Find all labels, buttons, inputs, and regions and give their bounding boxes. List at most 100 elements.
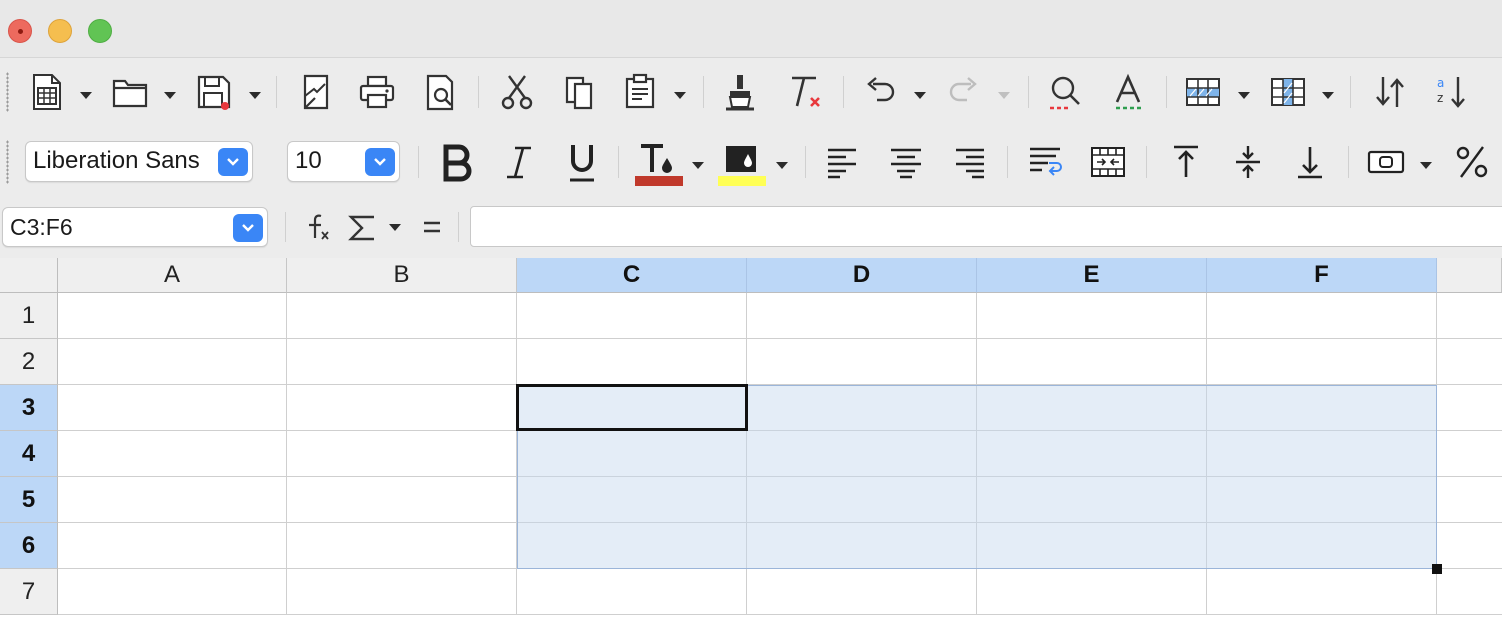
insert-rows-icon[interactable] xyxy=(1183,72,1223,112)
formula-icon[interactable] xyxy=(416,208,448,246)
insert-columns-icon[interactable] xyxy=(1268,72,1308,112)
zoom-window-button[interactable] xyxy=(88,19,112,43)
cell-e7[interactable] xyxy=(977,569,1207,615)
row-header-2[interactable]: 2 xyxy=(0,339,58,385)
spellcheck-icon[interactable] xyxy=(1108,72,1148,112)
toolbar-grip[interactable] xyxy=(6,140,9,184)
cell-c6[interactable] xyxy=(517,523,747,569)
toolbar-grip[interactable] xyxy=(6,72,9,112)
sum-dropdown-icon[interactable] xyxy=(389,224,401,231)
column-header-b[interactable]: B xyxy=(287,258,517,293)
cell-b3[interactable] xyxy=(287,385,517,431)
close-window-button[interactable] xyxy=(8,19,32,43)
cell-b2[interactable] xyxy=(287,339,517,385)
sort-az-icon[interactable]: az xyxy=(1432,72,1472,112)
cell-next-column[interactable] xyxy=(1437,431,1502,477)
cell-next-column[interactable] xyxy=(1437,569,1502,615)
row-header-5[interactable]: 5 xyxy=(0,477,58,523)
cell-f3[interactable] xyxy=(1207,385,1437,431)
center-vertically-icon[interactable] xyxy=(1228,140,1268,184)
cell-f1[interactable] xyxy=(1207,293,1437,339)
spreadsheet-grid[interactable]: ABCDEF 1234567 xyxy=(0,258,1502,620)
merge-cells-icon[interactable] xyxy=(1088,140,1128,184)
name-box[interactable]: C3:F6 xyxy=(2,207,268,247)
cell-c3[interactable] xyxy=(517,385,747,431)
cell-next-column[interactable] xyxy=(1437,385,1502,431)
magnifier-icon[interactable] xyxy=(1045,72,1085,112)
row-header-6[interactable]: 6 xyxy=(0,523,58,569)
font-color-icon[interactable] xyxy=(634,140,684,186)
row-header-4[interactable]: 4 xyxy=(0,431,58,477)
undo-icon[interactable] xyxy=(860,72,900,112)
cell-e1[interactable] xyxy=(977,293,1207,339)
floppy-disk-icon[interactable] xyxy=(194,72,234,112)
print-preview-icon[interactable] xyxy=(420,72,460,112)
cell-next-column[interactable] xyxy=(1437,477,1502,523)
row-header-3[interactable]: 3 xyxy=(0,385,58,431)
cell-e5[interactable] xyxy=(977,477,1207,523)
font-color-dropdown-icon[interactable] xyxy=(692,162,704,169)
percent-icon[interactable] xyxy=(1450,140,1494,184)
cell-d1[interactable] xyxy=(747,293,977,339)
italic-icon[interactable] xyxy=(498,140,540,184)
spreadsheet-icon[interactable] xyxy=(28,72,66,112)
align-top-icon[interactable] xyxy=(1166,140,1206,184)
font-name-dropdown-button[interactable] xyxy=(218,148,248,176)
cell-a3[interactable] xyxy=(58,385,287,431)
printer-icon[interactable] xyxy=(357,72,397,112)
cell-f4[interactable] xyxy=(1207,431,1437,477)
cell-f2[interactable] xyxy=(1207,339,1437,385)
formula-input[interactable] xyxy=(470,206,1502,247)
currency-dropdown-icon[interactable] xyxy=(1420,162,1432,169)
cell-b7[interactable] xyxy=(287,569,517,615)
paintbrush-icon[interactable] xyxy=(720,72,760,112)
cell-a1[interactable] xyxy=(58,293,287,339)
cell-c5[interactable] xyxy=(517,477,747,523)
cell-d4[interactable] xyxy=(747,431,977,477)
cell-f7[interactable] xyxy=(1207,569,1437,615)
cell-next-column[interactable] xyxy=(1437,293,1502,339)
bold-icon[interactable] xyxy=(436,140,478,184)
paste-dropdown-icon[interactable] xyxy=(674,92,686,99)
name-box-value[interactable]: C3:F6 xyxy=(10,208,73,246)
sort-icon[interactable] xyxy=(1370,72,1410,112)
currency-icon[interactable] xyxy=(1364,140,1408,184)
cell-a2[interactable] xyxy=(58,339,287,385)
cell-d6[interactable] xyxy=(747,523,977,569)
cell-c7[interactable] xyxy=(517,569,747,615)
cell-e4[interactable] xyxy=(977,431,1207,477)
cell-c2[interactable] xyxy=(517,339,747,385)
align-center-icon[interactable] xyxy=(885,140,927,184)
wrap-text-icon[interactable] xyxy=(1026,140,1066,184)
open-dropdown-icon[interactable] xyxy=(164,92,176,99)
copy-icon[interactable] xyxy=(560,72,600,112)
underline-icon[interactable] xyxy=(561,140,603,184)
column-header-e[interactable]: E xyxy=(977,258,1207,293)
cell-e6[interactable] xyxy=(977,523,1207,569)
sum-icon[interactable] xyxy=(344,208,380,246)
redo-icon[interactable] xyxy=(944,72,984,112)
font-size-value[interactable]: 10 xyxy=(295,142,322,180)
highlight-color-icon[interactable] xyxy=(717,140,767,186)
cell-a6[interactable] xyxy=(58,523,287,569)
cell-d2[interactable] xyxy=(747,339,977,385)
export-pdf-icon[interactable] xyxy=(296,72,336,112)
save-dropdown-icon[interactable] xyxy=(249,92,261,99)
column-header-c[interactable]: C xyxy=(517,258,747,293)
cell-a4[interactable] xyxy=(58,431,287,477)
column-header-f[interactable]: F xyxy=(1207,258,1437,293)
cell-c4[interactable] xyxy=(517,431,747,477)
cell-next-column[interactable] xyxy=(1437,339,1502,385)
select-all-corner[interactable] xyxy=(0,258,58,293)
align-bottom-icon[interactable] xyxy=(1290,140,1330,184)
function-wizard-icon[interactable] xyxy=(300,208,336,246)
cell-d5[interactable] xyxy=(747,477,977,523)
highlight-dropdown-icon[interactable] xyxy=(776,162,788,169)
align-left-icon[interactable] xyxy=(822,140,862,184)
cell-e2[interactable] xyxy=(977,339,1207,385)
column-header-d[interactable]: D xyxy=(747,258,977,293)
cell-d7[interactable] xyxy=(747,569,977,615)
undo-dropdown-icon[interactable] xyxy=(914,92,926,99)
new-dropdown-icon[interactable] xyxy=(80,92,92,99)
cell-f5[interactable] xyxy=(1207,477,1437,523)
